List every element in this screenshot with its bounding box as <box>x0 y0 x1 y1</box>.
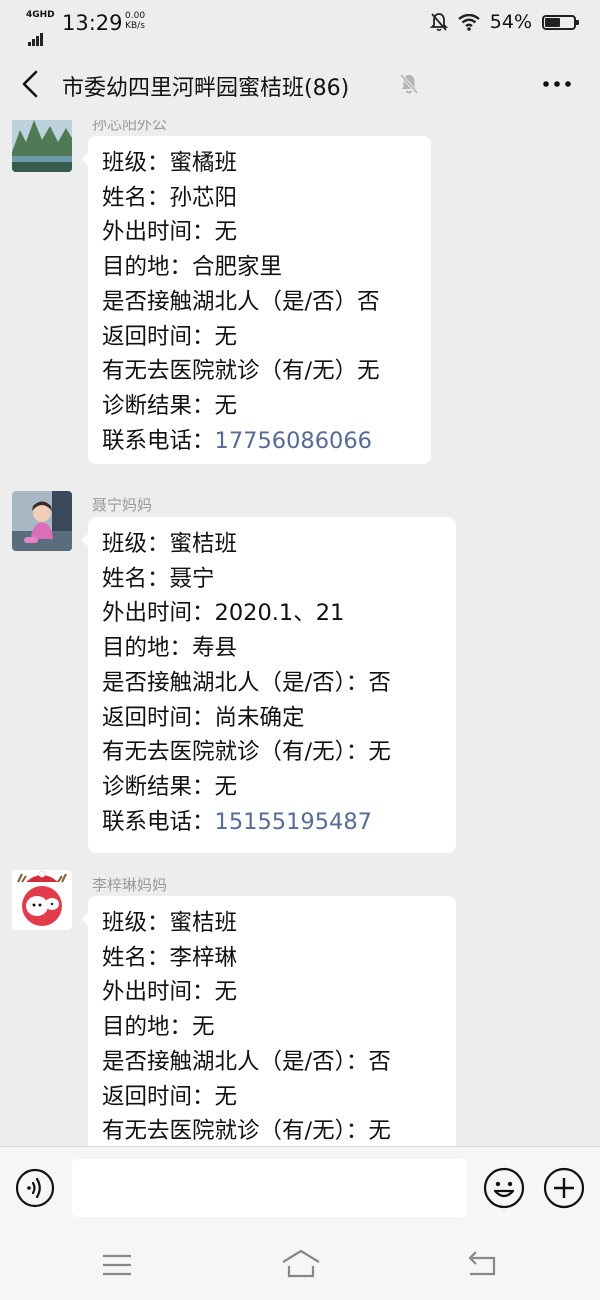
network-type: 4GHD <box>26 10 55 20</box>
back-arrow-icon <box>468 1251 496 1276</box>
muted-bell-icon <box>398 72 420 96</box>
message-line: 姓名：聂宁 <box>102 565 215 592</box>
message-line: 班级：蜜桔班 <box>102 531 238 557</box>
message-line: 外出时间：无 <box>102 979 238 1006</box>
nav-back-button[interactable] <box>464 1250 500 1280</box>
message-line: 联系电话：15155195487 <box>102 805 442 840</box>
message-line: 班级：蜜桔班 <box>102 910 238 936</box>
smiley-icon <box>483 1167 525 1209</box>
voice-icon <box>15 1168 55 1208</box>
avatar[interactable] <box>12 491 72 551</box>
more-options-button[interactable] <box>540 72 574 96</box>
more-functions-button[interactable] <box>543 1167 585 1209</box>
message-line: 班级：蜜橘班 <box>102 150 238 176</box>
phone-label: 联系电话： <box>102 808 215 835</box>
back-button[interactable] <box>14 64 50 104</box>
battery-icon <box>542 14 579 30</box>
nav-menu-button[interactable] <box>100 1252 134 1278</box>
message-line: 返回时间：尚未确定 <box>102 704 305 731</box>
avatar[interactable] <box>12 870 72 930</box>
chat-header: 市委幼四里河畔园蜜桔班(86) <box>0 48 600 120</box>
message-line: 诊断结果：无 <box>102 392 238 419</box>
voice-input-button[interactable] <box>15 1168 55 1208</box>
message-line: 返回时间：无 <box>102 323 238 350</box>
avatar[interactable] <box>12 120 72 172</box>
composer-bar <box>0 1146 600 1231</box>
battery-percent: 54% <box>489 11 532 33</box>
message-line: 有无去医院就诊（有/无）：无 <box>102 739 391 766</box>
menu-icon <box>103 1254 131 1276</box>
message-line: 姓名：孙芯阳 <box>102 184 238 211</box>
message-line: 外出时间：无 <box>102 219 238 246</box>
message-bubble[interactable]: 班级：蜜桔班 姓名：李梓琳 外出时间：无 目的地：无 是否接触湖北人（是/否）：… <box>81 896 456 1146</box>
phone-label: 联系电话： <box>102 427 215 454</box>
message-line: 外出时间：2020.1、21 <box>102 600 345 627</box>
sender-name: 孙芯阳外公 <box>92 120 168 133</box>
sender-name: 聂宁妈妈 <box>92 496 153 514</box>
nav-home-button[interactable] <box>280 1248 322 1280</box>
message-line: 有无去医院就诊（有/无）：无 <box>102 1118 391 1145</box>
speed-value: 0.00 <box>125 11 146 21</box>
system-nav-bar <box>0 1230 600 1300</box>
message-list[interactable]: 孙芯阳外公 班级：蜜橘班 姓名：孙芯阳 外出时间：无 目的地：合肥家里 是否接触… <box>0 120 600 1146</box>
message-line: 目的地：寿县 <box>102 635 238 662</box>
message-line: 返回时间：无 <box>102 1083 238 1110</box>
message-input[interactable] <box>72 1159 467 1217</box>
message-line: 有无去医院就诊（有/无）无 <box>102 358 380 385</box>
chevron-left-icon <box>22 70 38 98</box>
message-bubble[interactable]: 班级：蜜桔班 姓名：聂宁 外出时间：2020.1、21 目的地：寿县 是否接触湖… <box>81 517 456 853</box>
home-icon <box>282 1249 320 1278</box>
emoji-button[interactable] <box>483 1167 525 1209</box>
mute-bell-icon <box>429 13 448 32</box>
speed-unit: KB/s <box>125 21 145 31</box>
phone-link[interactable]: 15155195487 <box>215 809 372 835</box>
plus-icon <box>543 1167 585 1209</box>
clock: 13:29 <box>62 11 123 35</box>
network-speed: 0.00 KB/s <box>125 11 145 31</box>
message-line: 姓名：李梓琳 <box>102 944 238 971</box>
message-line: 诊断结果：无 <box>102 773 238 800</box>
status-bar: 4GHD 13:29 0.00 KB/s 54% <box>0 0 600 48</box>
message-line: 目的地：合肥家里 <box>102 254 283 281</box>
signal-icon: 4GHD <box>26 10 56 46</box>
message-line: 联系电话：17756086066 <box>102 424 417 459</box>
chat-title: 市委幼四里河畔园蜜桔班(86) <box>62 76 350 101</box>
phone-link[interactable]: 17756086066 <box>215 428 372 454</box>
message-line: 是否接触湖北人（是/否）：否 <box>102 669 391 696</box>
message-line: 目的地：无 <box>102 1014 215 1041</box>
message-bubble[interactable]: 班级：蜜橘班 姓名：孙芯阳 外出时间：无 目的地：合肥家里 是否接触湖北人（是/… <box>81 136 431 464</box>
message-line: 是否接触湖北人（是/否）：否 <box>102 1048 391 1075</box>
wifi-icon <box>458 13 480 31</box>
more-dots-icon <box>543 81 571 87</box>
sender-name: 李梓琳妈妈 <box>92 876 168 894</box>
message-line: 是否接触湖北人（是/否）否 <box>102 288 380 315</box>
